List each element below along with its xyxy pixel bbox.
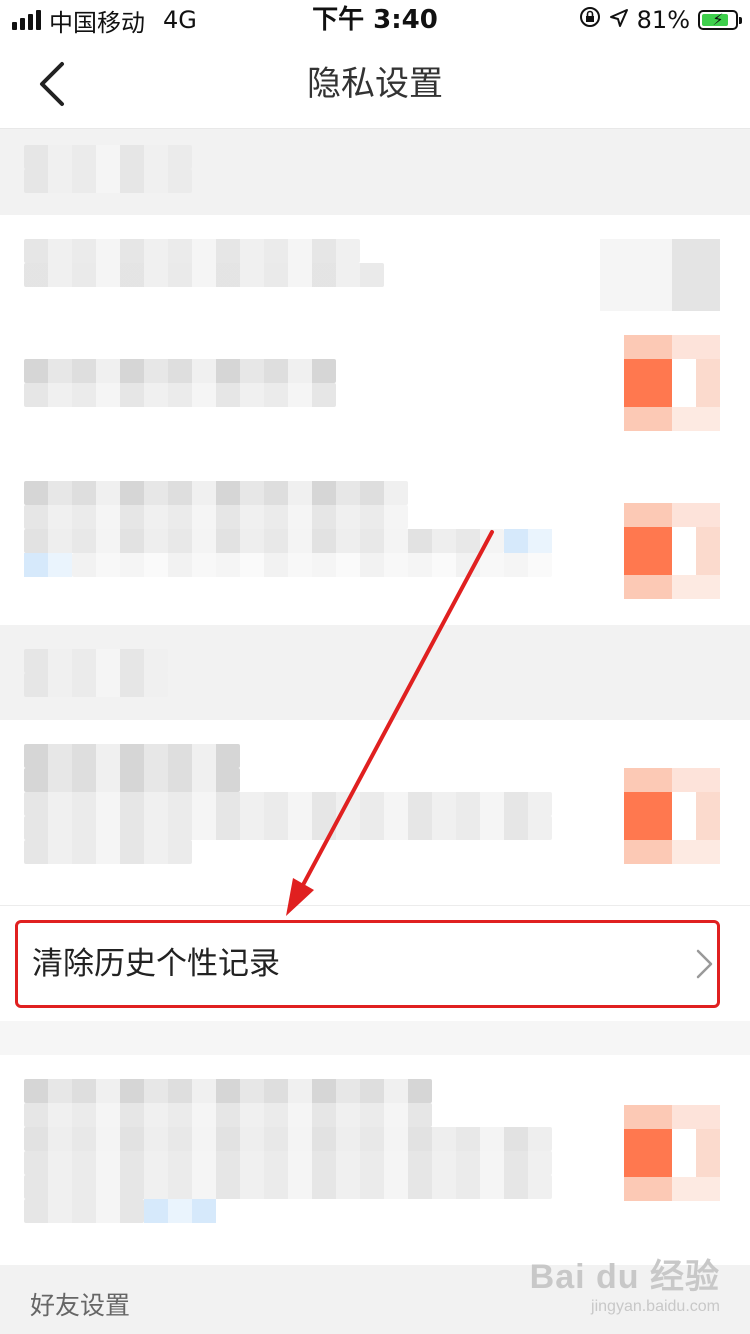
clear-history-label: 清除历史个性记录 — [32, 946, 280, 982]
screen: 中国移动 4G 下午 3:40 81% ⚡ 隐私设置 清除历史个性记录 好友设置… — [0, 0, 750, 1334]
settings-row-blurred[interactable] — [0, 720, 750, 905]
blurred-text — [24, 263, 384, 287]
toggle-switch-blurred[interactable] — [600, 503, 720, 599]
toggle-switch-blurred[interactable] — [600, 768, 720, 864]
blurred-text — [24, 1175, 552, 1199]
blurred-text — [24, 169, 192, 193]
blurred-text — [24, 383, 336, 407]
blurred-text — [24, 768, 240, 792]
toggle-switch-blurred[interactable] — [600, 335, 720, 431]
blurred-text — [24, 359, 336, 383]
settings-row-blurred[interactable] — [0, 1055, 750, 1265]
blurred-text — [24, 1199, 144, 1223]
blurred-text — [24, 744, 240, 768]
toggle-switch-blurred[interactable] — [600, 239, 720, 311]
watermark: Bai du 经验 jingyan.baidu.com — [530, 1249, 720, 1316]
blurred-text — [24, 145, 192, 169]
battery-icon: ⚡ — [698, 10, 742, 30]
settings-row-blurred[interactable] — [0, 315, 750, 445]
status-right: 81% ⚡ — [579, 4, 742, 36]
blurred-text — [24, 1151, 552, 1175]
rotation-lock-icon — [579, 6, 601, 34]
settings-row-blurred[interactable] — [0, 215, 750, 315]
nav-bar: 隐私设置 — [0, 40, 750, 129]
battery-percent: 81% — [636, 6, 690, 34]
blurred-link — [504, 529, 552, 553]
clear-history-row[interactable]: 清除历史个性记录 — [0, 905, 750, 1022]
location-icon — [609, 6, 629, 34]
blurred-text — [24, 1079, 432, 1103]
status-bar: 中国移动 4G 下午 3:40 81% ⚡ — [0, 0, 750, 40]
blurred-text — [24, 239, 360, 263]
blurred-link — [24, 553, 72, 577]
blurred-text — [24, 481, 408, 505]
blurred-text — [24, 529, 504, 553]
blurred-text — [24, 816, 552, 840]
blurred-text — [24, 649, 168, 673]
blurred-text — [24, 1127, 552, 1151]
blurred-text — [24, 1103, 432, 1127]
charging-icon: ⚡ — [712, 10, 724, 29]
blurred-text — [72, 553, 552, 577]
toggle-switch-blurred[interactable] — [600, 1105, 720, 1201]
watermark-brand: Bai du 经验 — [529, 1258, 720, 1296]
settings-row-blurred[interactable] — [0, 445, 750, 625]
friends-section-title: 好友设置 — [30, 1291, 131, 1320]
blurred-text — [24, 792, 552, 816]
blurred-link — [144, 1199, 216, 1223]
blurred-text — [24, 840, 192, 864]
section-header-blurred — [0, 129, 750, 215]
section-header-blurred — [0, 625, 750, 720]
section-divider — [0, 1021, 750, 1055]
chevron-right-icon — [696, 949, 713, 979]
page-title: 隐私设置 — [307, 64, 443, 104]
blurred-text — [24, 673, 168, 697]
watermark-url: jingyan.baidu.com — [591, 1298, 720, 1315]
blurred-text — [24, 505, 408, 529]
